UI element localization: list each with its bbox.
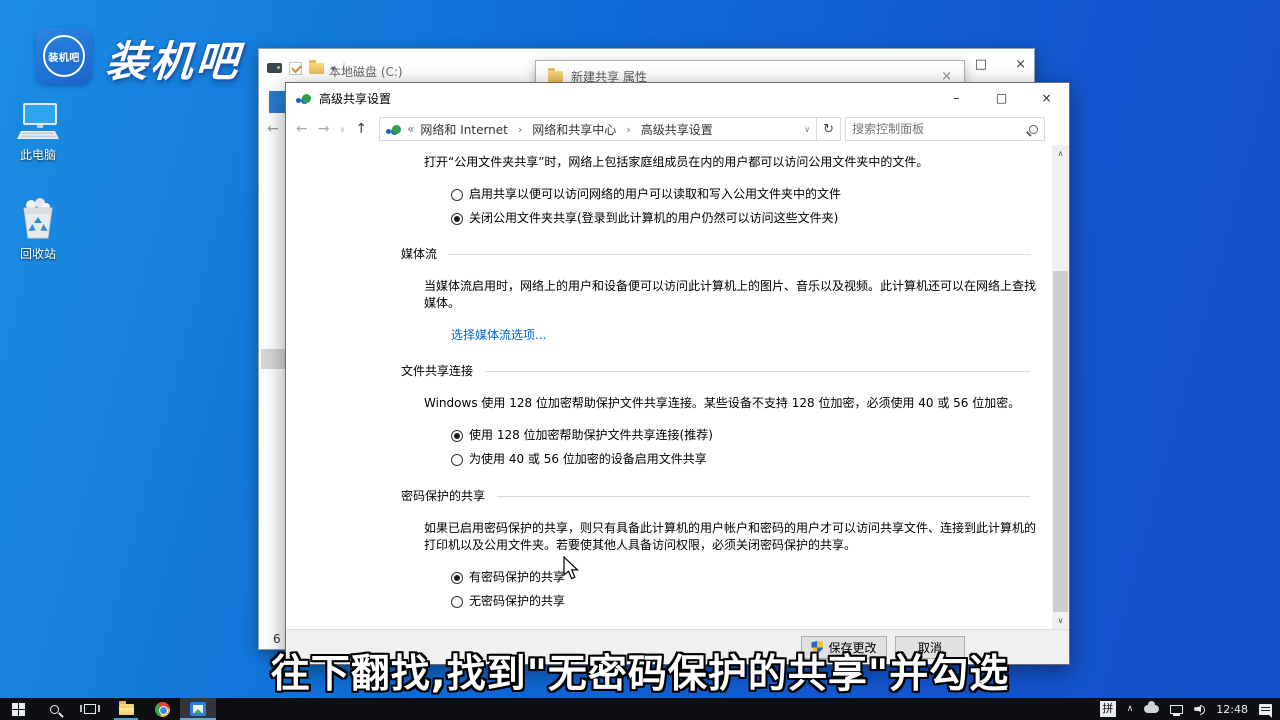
back-icon[interactable]: ← (296, 121, 308, 137)
scrollbar[interactable]: ∧ ∨ (1052, 145, 1069, 629)
mouse-cursor (563, 556, 581, 582)
this-pc-icon (15, 101, 61, 141)
radio-label: 关闭公用文件夹共享(登录到此计算机的用户仍然可以访问这些文件夹) (469, 210, 838, 227)
breadcrumb-separator-icon: › (620, 123, 636, 136)
ime-indicator[interactable]: 拼 (1100, 701, 1116, 717)
radio-checked-icon (451, 572, 463, 584)
radio-40-56bit-encryption[interactable]: 为使用 40 或 56 位加密的设备启用文件共享 (451, 451, 1034, 468)
breadcrumb-item-advanced-sharing[interactable]: 高级共享设置 (641, 121, 713, 138)
breadcrumb-separator-icon: › (512, 123, 528, 136)
navigation-bar: ← → ∨ ↑ « 网络和 Internet › 网络和共享中心 › 高级共享设… (286, 113, 1069, 145)
scroll-up-icon[interactable]: ∧ (1052, 145, 1069, 162)
radio-checked-icon (451, 213, 463, 225)
search-icon (1029, 125, 1038, 134)
desktop-background: 装机吧 装机吧 此电脑 回收站 (0, 0, 1280, 720)
radio-enable-public-sharing[interactable]: 启用共享以便可以访问网络的用户可以读取和写入公用文件夹中的文件 (451, 186, 1034, 203)
password-sharing-desc: 如果已启用密码保护的共享，则只有具备此计算机的用户帐户和密码的用户才可以访问共享… (424, 520, 1036, 554)
taskbar-chrome[interactable] (144, 698, 180, 720)
windows-logo-icon (12, 703, 25, 716)
radio-checked-icon (451, 430, 463, 442)
checkmark-icon[interactable] (289, 62, 302, 75)
recycle-bin-icon (18, 198, 58, 240)
section-media-streaming: 媒体流 (401, 246, 1034, 263)
clock[interactable]: 12:48 (1216, 703, 1248, 716)
desktop-icon-recycle-bin[interactable]: 回收站 (6, 198, 70, 262)
task-view-button[interactable] (72, 698, 108, 720)
explorer-close-button[interactable]: × (1015, 57, 1026, 72)
onedrive-icon[interactable] (1144, 705, 1159, 713)
dialog-title: 高级共享设置 (319, 90, 391, 107)
radio-password-protected-off[interactable]: 无密码保护的共享 (451, 593, 1034, 610)
explorer-back-icon[interactable]: ← (267, 121, 279, 137)
refresh-button[interactable]: ↻ (817, 117, 841, 141)
radio-label: 有密码保护的共享 (469, 569, 565, 586)
address-dropdown-icon[interactable]: ∨ (804, 125, 810, 134)
task-view-icon (84, 704, 96, 714)
public-folder-intro: 打开“公用文件夹共享”时，网络上包括家庭组成员在内的用户都可以访问公用文件夹中的… (424, 154, 1036, 171)
explorer-selected-row (261, 349, 287, 369)
radio-unchecked-icon (451, 189, 463, 201)
badge-text: 装机吧 (48, 49, 80, 64)
file-explorer-icon (119, 704, 134, 715)
search-icon (50, 705, 59, 714)
section-file-sharing-connections: 文件共享连接 (401, 363, 1034, 380)
history-dropdown-icon[interactable]: ∨ (339, 125, 345, 134)
network-icon[interactable] (1170, 705, 1183, 714)
explorer-maximize-button[interactable]: □ (975, 57, 987, 72)
taskbar-active-app[interactable] (180, 698, 216, 720)
radio-unchecked-icon (451, 454, 463, 466)
watermark-logo: 装机吧 装机吧 (36, 28, 241, 89)
radio-disable-public-sharing[interactable]: 关闭公用文件夹共享(登录到此计算机的用户仍然可以访问这些文件夹) (451, 210, 1034, 227)
volume-icon[interactable] (1194, 704, 1205, 714)
section-password-protected-sharing: 密码保护的共享 (401, 488, 1034, 505)
radio-unchecked-icon (451, 596, 463, 608)
recycle-bin-label: 回收站 (20, 245, 56, 262)
chrome-icon (155, 702, 170, 717)
radio-label: 使用 128 位加密帮助保护文件共享连接(推荐) (469, 427, 713, 444)
notification-center-icon[interactable] (1259, 704, 1272, 715)
this-pc-label: 此电脑 (20, 146, 56, 163)
brand-text: 装机吧 (104, 28, 243, 89)
scroll-down-icon[interactable]: ∨ (1052, 612, 1069, 629)
taskbar: 拼 ∧ 12:48 (0, 698, 1280, 720)
dialog-titlebar: 高级共享设置 – □ × (286, 83, 1069, 113)
forward-icon[interactable]: → (318, 121, 330, 137)
start-button[interactable] (0, 698, 36, 720)
desktop-icon-this-pc[interactable]: 此电脑 (6, 101, 70, 163)
properties-folder-icon (548, 71, 563, 82)
breadcrumb[interactable]: « 网络和 Internet › 网络和共享中心 › 高级共享设置 ∨ (379, 117, 817, 141)
explorer-title: 本地磁盘 (C:) (329, 63, 403, 80)
zhuangjiba-badge-icon: 装机吧 (36, 28, 92, 84)
scrollbar-thumb[interactable] (1053, 271, 1068, 612)
breadcrumb-item-network-internet[interactable]: 网络和 Internet (420, 121, 507, 138)
system-tray: 拼 ∧ 12:48 (1100, 698, 1280, 720)
close-button[interactable]: × (1024, 83, 1069, 113)
breadcrumb-item-sharing-center[interactable]: 网络和共享中心 (532, 121, 616, 138)
advanced-sharing-dialog: 高级共享设置 – □ × ← → ∨ ↑ « 网络和 Internet › 网络… (285, 82, 1070, 665)
folder-icon[interactable] (309, 63, 324, 74)
drive-icon (267, 63, 282, 73)
radio-password-protected-on[interactable]: 有密码保护的共享 (451, 569, 1034, 586)
media-streaming-options-link[interactable]: 选择媒体流选项... (451, 328, 546, 342)
video-subtitle: 往下翻找,找到"无密码保护的共享"并勾选 (0, 643, 1280, 699)
radio-label: 启用共享以便可以访问网络的用户可以读取和写入公用文件夹中的文件 (469, 186, 841, 203)
search-box[interactable] (845, 117, 1045, 141)
radio-128bit-encryption[interactable]: 使用 128 位加密帮助保护文件共享连接(推荐) (451, 427, 1034, 444)
tray-expand-icon[interactable]: ∧ (1127, 704, 1134, 714)
search-input[interactable] (852, 122, 1029, 136)
file-sharing-desc: Windows 使用 128 位加密帮助保护文件共享连接。某些设备不支持 128… (424, 395, 1036, 412)
radio-label: 为使用 40 或 56 位加密的设备启用文件共享 (469, 451, 707, 468)
network-sharing-icon (296, 94, 311, 103)
media-streaming-desc: 当媒体流启用时，网络上的用户和设备便可以访问此计算机上的图片、音乐以及视频。此计… (424, 278, 1036, 312)
breadcrumb-location-icon (386, 125, 401, 134)
active-app-icon (190, 702, 206, 716)
taskbar-file-explorer[interactable] (108, 698, 144, 720)
minimize-button[interactable]: – (934, 83, 979, 113)
maximize-button[interactable]: □ (979, 83, 1024, 113)
radio-label: 无密码保护的共享 (469, 593, 565, 610)
breadcrumb-overflow-icon[interactable]: « (405, 122, 416, 136)
settings-content: 打开“公用文件夹共享”时，网络上包括家庭组成员在内的用户都可以访问公用文件夹中的… (286, 145, 1052, 629)
taskbar-search-button[interactable] (36, 698, 72, 720)
up-icon[interactable]: ↑ (355, 121, 367, 137)
